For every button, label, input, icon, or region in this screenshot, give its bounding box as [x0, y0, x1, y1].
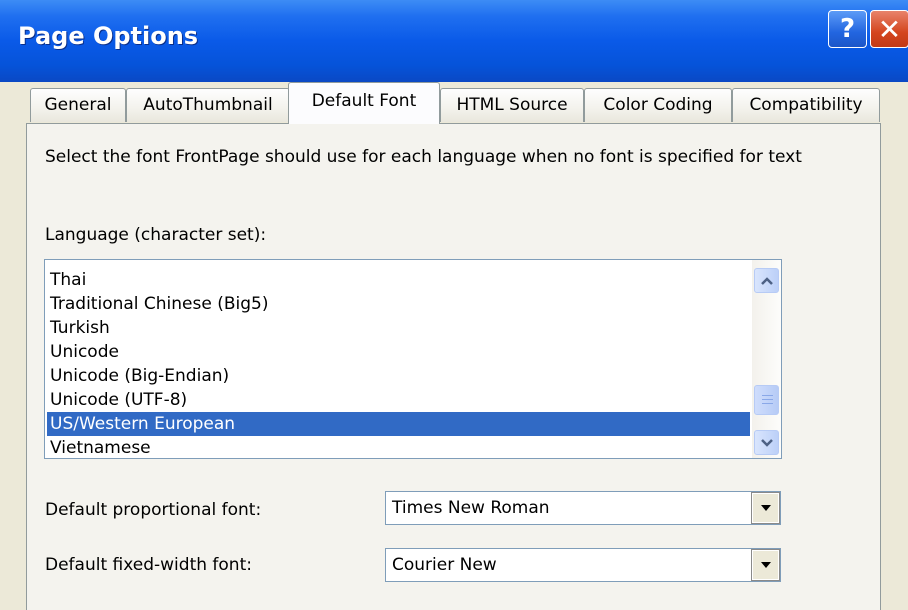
tab-strip: General AutoThumbnail Default Font HTML … — [0, 82, 908, 124]
fixed-font-select[interactable]: Courier New — [385, 548, 781, 582]
title-bar[interactable]: Page Options ? ✕ — [0, 0, 908, 82]
list-item[interactable]: Unicode (Big-Endian) — [47, 364, 750, 388]
scroll-thumb[interactable] — [754, 385, 779, 415]
fixed-font-value: Courier New — [392, 555, 497, 575]
language-list: Thai Traditional Chinese (Big5) Turkish … — [47, 268, 750, 458]
list-item[interactable]: Vietnamese — [47, 436, 750, 458]
chevron-down-icon — [760, 438, 773, 447]
list-item[interactable]: Traditional Chinese (Big5) — [47, 292, 750, 316]
list-item-selected[interactable]: US/Western European — [47, 412, 750, 436]
scroll-up-button[interactable] — [754, 268, 779, 293]
language-listbox[interactable]: Thai Traditional Chinese (Big5) Turkish … — [44, 259, 782, 459]
proportional-font-select[interactable]: Times New Roman — [385, 491, 781, 525]
proportional-font-value: Times New Roman — [392, 498, 550, 518]
tab-autothumbnail[interactable]: AutoThumbnail — [126, 88, 290, 122]
tab-label: HTML Source — [456, 95, 568, 115]
list-item[interactable]: Unicode (UTF-8) — [47, 388, 750, 412]
help-button[interactable]: ? — [828, 10, 867, 48]
tab-color-coding[interactable]: Color Coding — [584, 88, 732, 122]
tab-label: General — [44, 95, 112, 115]
tab-label: Default Font — [311, 91, 417, 111]
dropdown-arrow-icon — [760, 562, 771, 568]
tab-label: Color Coding — [603, 95, 713, 115]
language-label: Language (character set): — [45, 225, 267, 245]
close-button[interactable]: ✕ — [870, 10, 908, 48]
list-item[interactable]: Turkish — [47, 316, 750, 340]
tab-compatibility[interactable]: Compatibility — [732, 88, 880, 122]
thumb-grip — [762, 403, 773, 404]
help-icon: ? — [839, 14, 856, 44]
list-item[interactable]: Thai — [47, 268, 750, 292]
dialog-title: Page Options — [18, 22, 199, 50]
proportional-font-dropdown-button[interactable] — [751, 492, 780, 524]
chevron-up-icon — [760, 276, 773, 285]
list-item[interactable]: Unicode — [47, 340, 750, 364]
tab-general[interactable]: General — [30, 88, 126, 122]
scroll-down-button[interactable] — [754, 430, 779, 455]
tab-default-font[interactable]: Default Font — [288, 82, 440, 124]
proportional-font-label: Default proportional font: — [45, 500, 262, 520]
close-icon: ✕ — [877, 12, 902, 46]
tab-label: Compatibility — [749, 95, 863, 115]
page-options-dialog: Page Options ? ✕ General AutoThumbnail D… — [0, 0, 908, 610]
tab-label: AutoThumbnail — [143, 95, 273, 115]
thumb-grip — [762, 399, 773, 400]
fixed-font-dropdown-button[interactable] — [751, 549, 780, 581]
fixed-font-label: Default fixed-width font: — [45, 555, 252, 575]
listbox-scrollbar[interactable] — [752, 260, 781, 458]
description-text: Select the font FrontPage should use for… — [45, 147, 802, 167]
thumb-grip — [762, 395, 773, 396]
dropdown-arrow-icon — [760, 505, 771, 511]
tab-html-source[interactable]: HTML Source — [440, 88, 584, 122]
